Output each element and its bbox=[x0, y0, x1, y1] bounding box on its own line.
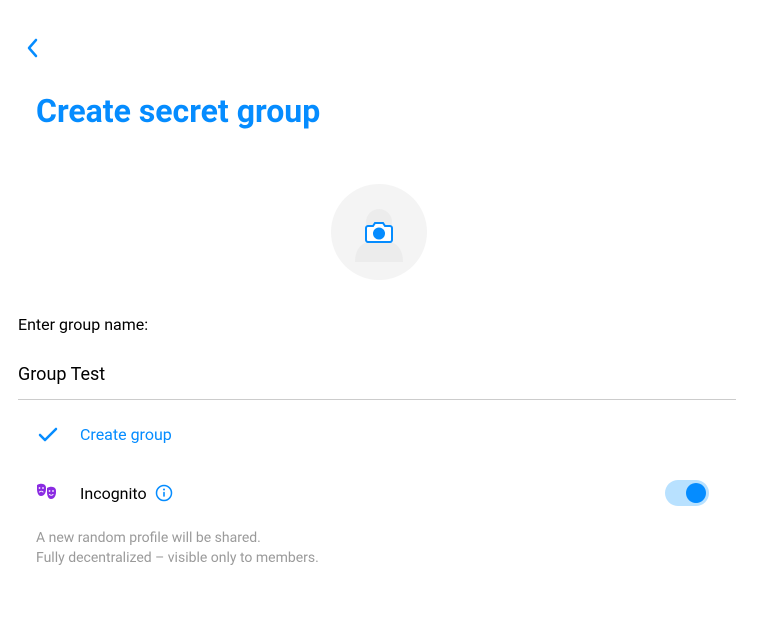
back-button[interactable] bbox=[20, 36, 44, 60]
create-group-label: Create group bbox=[80, 425, 172, 444]
check-icon bbox=[38, 427, 58, 443]
incognito-toggle[interactable] bbox=[665, 480, 709, 506]
incognito-row: Incognito bbox=[36, 480, 709, 506]
info-icon[interactable] bbox=[155, 484, 173, 502]
hint-line-1: A new random profile will be shared. bbox=[36, 528, 319, 548]
group-avatar-picker[interactable] bbox=[331, 184, 427, 280]
camera-icon bbox=[365, 220, 393, 244]
hint-line-2: Fully decentralized – visible only to me… bbox=[36, 548, 319, 568]
chevron-left-icon bbox=[26, 38, 38, 58]
page-title: Create secret group bbox=[36, 92, 320, 130]
incognito-hint: A new random profile will be shared. Ful… bbox=[36, 528, 319, 569]
toggle-knob bbox=[686, 483, 706, 503]
group-name-label: Enter group name: bbox=[18, 315, 148, 334]
incognito-label: Incognito bbox=[80, 484, 147, 503]
group-name-input[interactable] bbox=[18, 356, 736, 400]
masks-icon bbox=[36, 483, 58, 503]
create-group-button[interactable]: Create group bbox=[38, 425, 172, 444]
